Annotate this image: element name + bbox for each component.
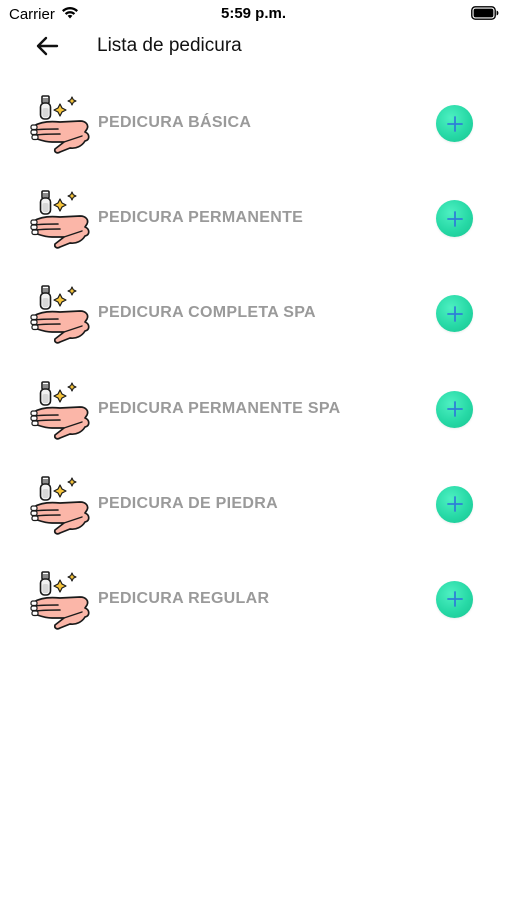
item-label: PEDICURA DE PIEDRA <box>98 494 278 512</box>
add-button[interactable] <box>436 580 473 618</box>
plus-icon <box>446 305 463 322</box>
list-item[interactable]: PEDICURA PERMANENTE SPA <box>0 362 507 457</box>
item-label: PEDICURA BÁSICA <box>98 114 252 131</box>
plus-icon <box>446 591 463 608</box>
list-item[interactable]: PEDICURA REGULAR <box>0 552 507 647</box>
item-label: PEDICURA REGULAR <box>98 589 270 607</box>
add-button[interactable] <box>436 105 473 142</box>
manicure-hand-icon <box>30 284 94 346</box>
page-title: Lista de pedicura <box>97 35 242 56</box>
list-item[interactable]: PEDICURA BÁSICA <box>0 76 507 171</box>
arrow-left-icon <box>36 36 59 56</box>
plus-icon <box>446 401 463 417</box>
plus-icon <box>446 115 463 132</box>
battery-icon <box>471 6 499 25</box>
plus-icon <box>446 210 463 227</box>
back-button[interactable] <box>30 30 64 62</box>
item-label: PEDICURA PERMANENTE SPA <box>98 399 341 417</box>
add-button[interactable] <box>436 485 473 523</box>
item-label: PEDICURA COMPLETA SPA <box>98 304 316 322</box>
add-button[interactable] <box>436 390 473 428</box>
status-bar: Carrier 5:59 p.m. <box>0 0 507 28</box>
manicure-hand-icon <box>30 94 94 156</box>
plus-icon <box>446 496 463 513</box>
item-label: PEDICURA PERMANENTE <box>98 209 304 227</box>
app-screen: Carrier 5:59 p.m. Lista de pedicura PEDI… <box>0 0 507 900</box>
navigation-bar: Lista de pedicura <box>0 28 507 64</box>
pedicure-list: PEDICURA BÁSICA PEDICURA PERMANENTE PEDI… <box>0 76 507 647</box>
status-time: 5:59 p.m. <box>220 5 287 22</box>
list-item[interactable]: PEDICURA DE PIEDRA <box>0 457 507 552</box>
manicure-hand-icon <box>30 475 94 537</box>
list-item[interactable]: PEDICURA COMPLETA SPA <box>0 266 507 361</box>
manicure-hand-icon <box>30 570 94 632</box>
manicure-hand-icon <box>30 380 94 442</box>
add-button[interactable] <box>436 295 473 333</box>
add-button[interactable] <box>436 200 473 238</box>
manicure-hand-icon <box>30 189 94 251</box>
list-item[interactable]: PEDICURA PERMANENTE <box>0 171 507 266</box>
